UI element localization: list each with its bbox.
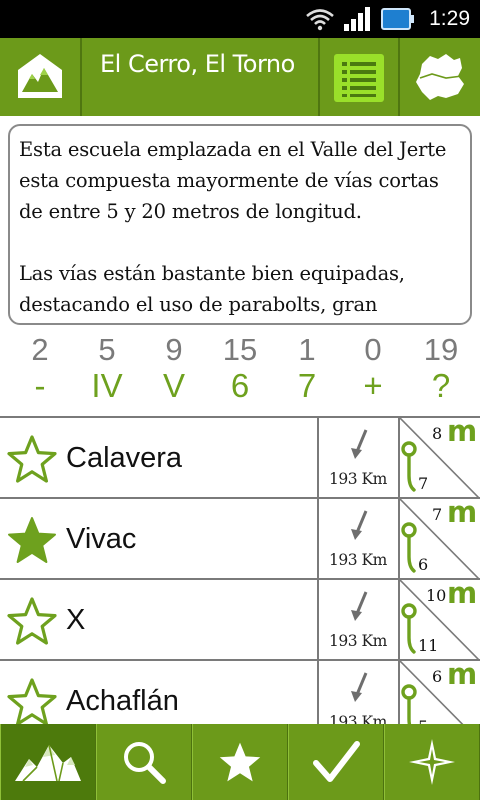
grade-count: 1 (298, 332, 316, 367)
route-height: 8 (432, 424, 443, 443)
route-row[interactable]: X 193 Km 10 m 11 (0, 576, 480, 661)
direction-arrow-icon (351, 591, 368, 621)
route-row[interactable]: Achaflán 193 Km 6 m 5 (0, 657, 480, 724)
region-map-icon (416, 54, 464, 100)
grade-count: 15 (222, 332, 258, 367)
check-icon (313, 741, 360, 782)
route-height: 6 (432, 667, 443, 686)
clock-time: 1:29 (429, 7, 470, 30)
route-pitches: 7 (418, 474, 429, 493)
height-unit: m (447, 495, 478, 529)
direction-arrow-icon (351, 510, 368, 540)
status-icons: 1:29 (305, 0, 470, 38)
compass-icon (409, 739, 455, 785)
description-paragraph: Las vías están bastante bien equipadas, … (19, 262, 405, 316)
nav-favorites-tab[interactable] (192, 724, 288, 800)
direction-arrow-icon (351, 429, 368, 459)
route-distance: 193 Km (329, 470, 387, 488)
direction-arrow-icon (351, 672, 368, 702)
header-divider (318, 38, 320, 116)
height-unit: m (447, 576, 478, 610)
grade-label[interactable]: IV (82, 367, 132, 405)
route-pitches: 5 (418, 717, 428, 724)
signal-icon (344, 7, 371, 31)
star-outline-icon[interactable] (6, 596, 58, 646)
route-pitches: 11 (418, 636, 439, 655)
route-list-button[interactable] (334, 54, 384, 102)
route-distance: 193 Km (329, 632, 387, 650)
route-pitches: 6 (418, 555, 429, 574)
grade-label[interactable]: - (15, 367, 65, 405)
route-distance: 193 Km (329, 713, 387, 724)
description-paragraph: Esta escuela emplazada en el Valle del J… (19, 138, 447, 223)
route-row[interactable]: Vivac 193 Km 7 m 6 (0, 495, 480, 580)
search-icon (124, 742, 166, 784)
height-unit: m (447, 416, 478, 448)
grade-count: 0 (364, 332, 382, 367)
nav-done-tab[interactable] (288, 724, 384, 800)
grade-count: 19 (423, 332, 459, 367)
list-icon (342, 62, 376, 97)
row-divider (317, 580, 319, 661)
header-divider (80, 38, 82, 116)
mountains-home-icon (18, 54, 62, 98)
bottom-navigation (0, 724, 480, 800)
app-root: 1:29 El Cerro, El Torno Esta escuela emp… (0, 0, 480, 800)
star-outline-icon[interactable] (6, 677, 58, 724)
nav-nearby-tab[interactable] (384, 724, 480, 800)
route-list[interactable]: Calavera 193 Km 8 m 7 Vivac 193 Km 7 m 6… (0, 416, 480, 724)
wifi-icon (306, 9, 334, 31)
grade-count: 5 (98, 332, 116, 367)
grade-label[interactable]: V (149, 367, 199, 405)
mountains-icon (15, 744, 81, 782)
route-name: Calavera (66, 442, 183, 474)
grade-count: 2 (31, 332, 49, 367)
route-name: Vivac (66, 523, 137, 555)
star-outline-icon[interactable] (6, 434, 58, 484)
page-title: El Cerro, El Torno (100, 50, 295, 78)
school-description[interactable]: Esta escuela emplazada en el Valle del J… (8, 124, 472, 325)
grade-label[interactable]: 6 (215, 367, 265, 405)
nav-schools-tab[interactable] (0, 724, 96, 800)
route-name: Achaflán (66, 685, 179, 717)
status-bar: 1:29 (0, 0, 480, 38)
route-height: 10 (426, 586, 447, 605)
row-divider (317, 661, 319, 724)
header-bar: El Cerro, El Torno (0, 38, 480, 116)
route-height: 7 (432, 505, 443, 524)
height-unit: m (447, 657, 478, 691)
row-divider (317, 418, 319, 499)
region-map-button[interactable] (400, 38, 480, 116)
grade-count: 9 (165, 332, 183, 367)
grade-label[interactable]: ? (416, 367, 466, 405)
grade-label[interactable]: 7 (282, 367, 332, 405)
route-row[interactable]: Calavera 193 Km 8 m 7 (0, 416, 480, 499)
grade-label[interactable]: + (348, 367, 398, 405)
star-filled-icon[interactable] (6, 515, 58, 565)
battery-icon (381, 8, 415, 30)
nav-search-tab[interactable] (96, 724, 192, 800)
home-button[interactable] (0, 38, 80, 116)
row-divider (317, 499, 319, 580)
route-name: X (66, 604, 86, 636)
star-icon (219, 742, 261, 782)
route-distance: 193 Km (329, 551, 387, 569)
